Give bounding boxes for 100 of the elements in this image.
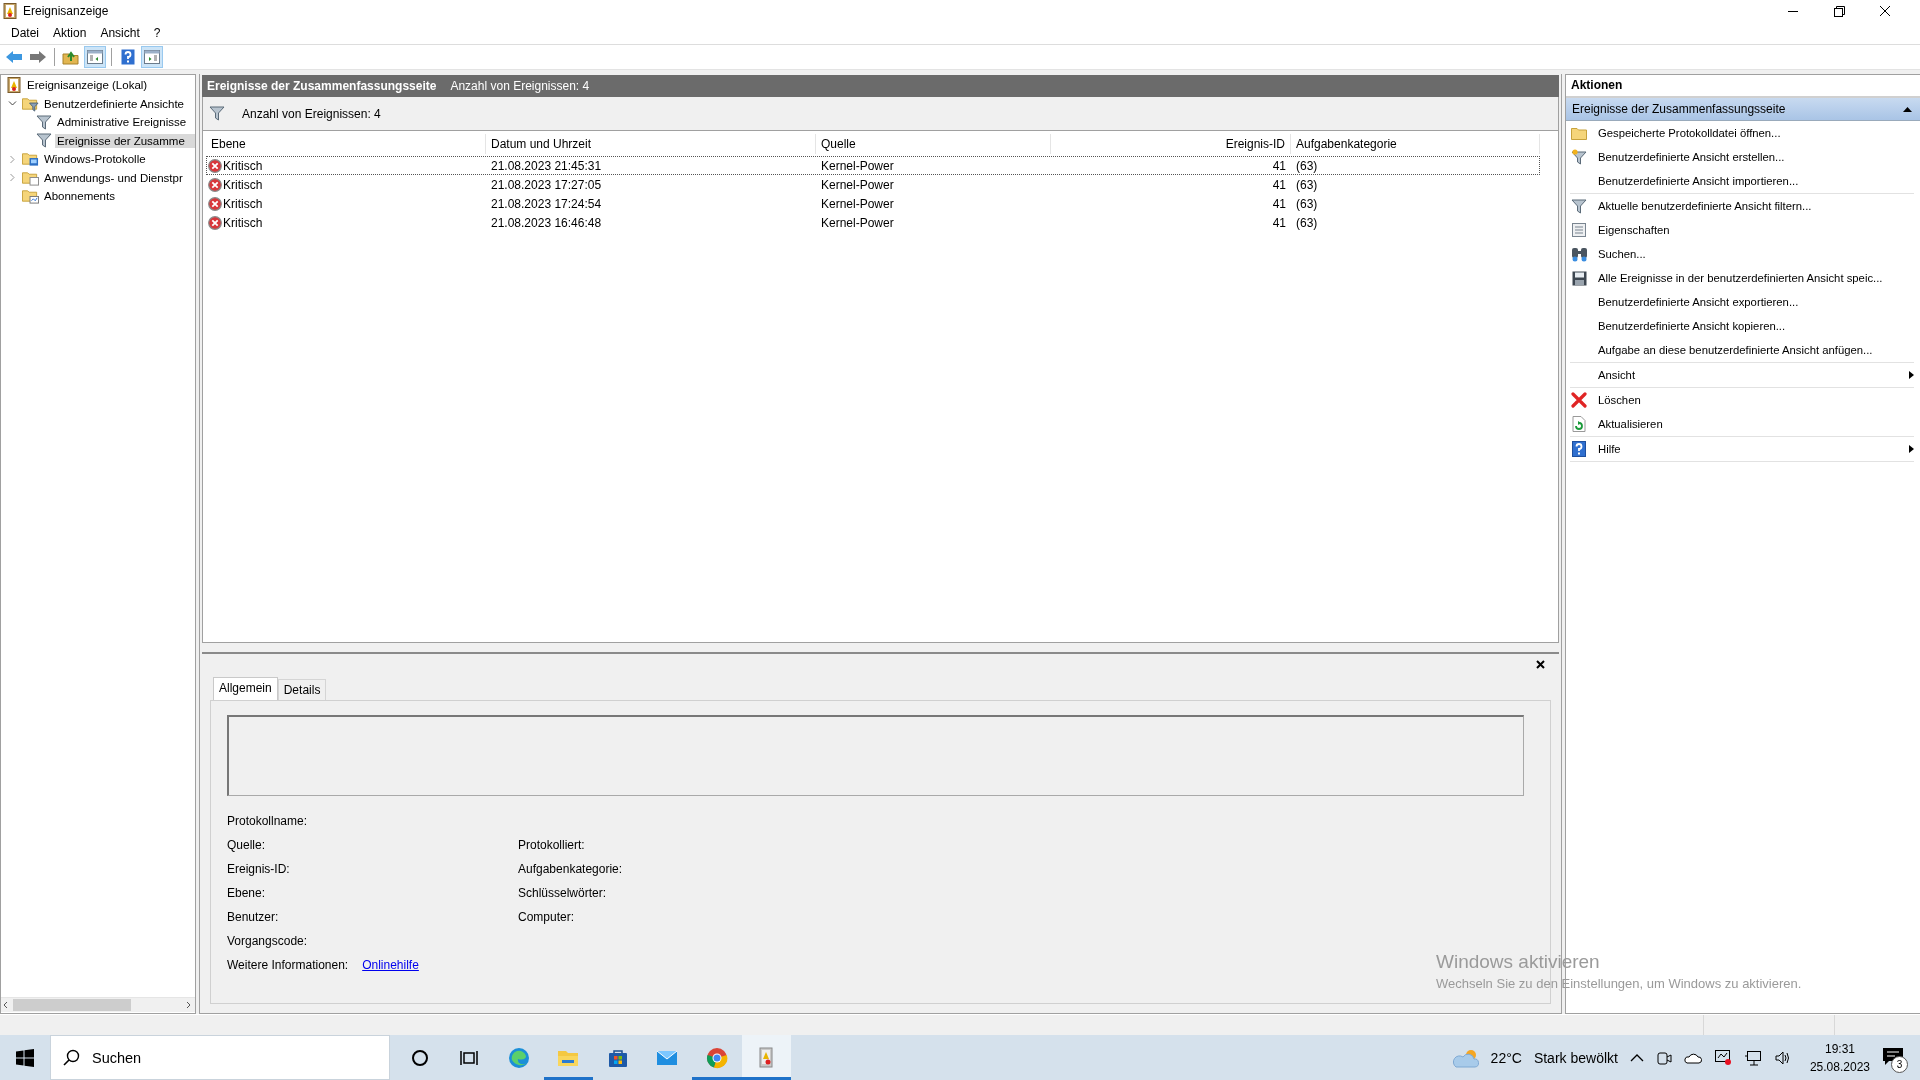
- tree-item[interactable]: Administrative Ereignisse: [55, 115, 189, 130]
- monitor-alert-icon[interactable]: [1713, 1049, 1732, 1066]
- menu-item[interactable]: Ansicht: [93, 24, 147, 42]
- critical-error-icon: [208, 196, 222, 211]
- table-cell: Kritisch: [223, 158, 263, 173]
- action-item[interactable]: Aktuelle benutzerdefinierte Ansicht filtern...: [1598, 200, 1812, 212]
- collapse-arrow-icon[interactable]: [1903, 106, 1912, 112]
- table-cell-text: 41: [1271, 158, 1287, 173]
- table-cell-text: (63): [1295, 196, 1319, 211]
- field-label: Protokolliert:: [518, 838, 585, 852]
- folder-icon: [1571, 126, 1587, 140]
- column-header[interactable]: Datum und Uhrzeit: [486, 134, 816, 154]
- action-item[interactable]: Benutzerdefinierte Ansicht exportieren...: [1598, 296, 1799, 308]
- column-header[interactable]: Ebene: [206, 134, 486, 154]
- action-pane-icon[interactable]: [141, 46, 163, 68]
- folder-calendar-icon: [22, 188, 39, 205]
- table-cell-text: 21.08.2023 17:27:05: [490, 177, 603, 192]
- table-cell-text: 21.08.2023 16:46:48: [490, 215, 603, 230]
- camera-icon[interactable]: [1655, 1049, 1672, 1066]
- menu-item[interactable]: ?: [146, 24, 168, 42]
- edge-browser-icon: [506, 1045, 531, 1070]
- folder-filter-icon: [22, 95, 39, 112]
- field-label: Quelle:: [227, 838, 266, 852]
- table-cell-text: (63): [1295, 158, 1319, 173]
- view-title: Ereignisse der Zusammenfassungsseite: [207, 79, 437, 93]
- log-book-icon: [6, 77, 21, 94]
- action-item[interactable]: Alle Ereignisse in der benutzerdefinierten Ansicht speic...: [1598, 272, 1883, 284]
- field-label: Ebene:: [227, 886, 266, 900]
- speaker-icon[interactable]: [1773, 1049, 1792, 1066]
- action-item[interactable]: Gespeicherte Protokolldatei öffnen...: [1598, 127, 1781, 139]
- clock-time[interactable]: 19:31: [1824, 1041, 1855, 1056]
- filter-icon: [1571, 198, 1587, 214]
- field-label: Ereignis-ID:: [227, 862, 290, 876]
- field-label: Weitere Informationen:: [227, 958, 349, 972]
- network-icon[interactable]: [1743, 1049, 1762, 1066]
- table-cell-text: Kernel-Power: [820, 158, 895, 173]
- table-cell-text: (63): [1295, 177, 1319, 192]
- table-cell: Kritisch: [223, 215, 263, 230]
- tree-item[interactable]: Anwendungs- und Dienstpr: [42, 170, 185, 185]
- filter-icon: [35, 133, 52, 149]
- search-icon: [63, 1049, 80, 1066]
- actions-section-header[interactable]: Ereignisse der Zusammenfassungsseite: [1566, 98, 1920, 121]
- tree-item[interactable]: Abonnements: [42, 189, 117, 204]
- action-item[interactable]: Benutzerdefinierte Ansicht erstellen...: [1598, 151, 1785, 163]
- table-cell-text: 41: [1271, 196, 1287, 211]
- search-field[interactable]: Suchen: [50, 1035, 390, 1080]
- menu-item[interactable]: Aktion: [46, 24, 94, 42]
- tab[interactable]: Allgemein: [213, 677, 278, 700]
- column-header[interactable]: Aufgabenkategorie: [1291, 134, 1540, 154]
- field-label: Benutzer:: [227, 910, 279, 924]
- tab[interactable]: Details: [277, 679, 327, 700]
- help-link[interactable]: Onlinehilfe: [362, 958, 419, 972]
- filter-icon: [209, 106, 225, 121]
- action-item[interactable]: Aufgabe an diese benutzerdefinierte Ansicht anfügen...: [1598, 344, 1873, 356]
- horizontal-scrollbar[interactable]: [1, 997, 195, 1012]
- action-item[interactable]: Ansicht: [1598, 369, 1636, 381]
- table-cell-text: 41: [1271, 215, 1287, 230]
- column-header[interactable]: Ereignis-ID: [1051, 134, 1291, 154]
- chrome-browser-icon: [704, 1045, 729, 1070]
- refresh-icon: [1572, 416, 1586, 432]
- filter-icon: [1571, 149, 1587, 165]
- help-icon: [1572, 441, 1586, 457]
- action-item[interactable]: Suchen...: [1598, 248, 1646, 260]
- table-cell-text: 21.08.2023 17:24:54: [490, 196, 603, 211]
- action-item[interactable]: Benutzerdefinierte Ansicht importieren...: [1598, 175, 1799, 187]
- table-cell-text: 21.08.2023 21:45:31: [490, 158, 603, 173]
- tree-item[interactable]: Ereignisse der Zusamme: [55, 133, 195, 148]
- app-icon: [3, 3, 17, 19]
- table-cell-text: 41: [1271, 177, 1287, 192]
- field-label: Computer:: [518, 910, 575, 924]
- folder-log-icon: [22, 151, 39, 168]
- critical-error-icon: [208, 215, 222, 230]
- field-label: Vorgangscode:: [227, 934, 308, 948]
- windows-start-icon[interactable]: [16, 1048, 34, 1067]
- clock-date[interactable]: 25.08.2023: [1809, 1059, 1870, 1074]
- critical-error-icon: [208, 158, 222, 173]
- action-item[interactable]: Aktualisieren: [1598, 418, 1663, 430]
- properties-icon: [1571, 222, 1587, 238]
- tree-item[interactable]: Ereignisanzeige (Lokal): [25, 78, 150, 93]
- chevron-up-icon[interactable]: [1629, 1052, 1644, 1063]
- action-item[interactable]: Löschen: [1598, 394, 1641, 406]
- action-item[interactable]: Eigenschaften: [1598, 224, 1670, 236]
- field-label: Aufgabenkategorie:: [518, 862, 623, 876]
- action-item[interactable]: Hilfe: [1598, 443, 1621, 455]
- event-count: Anzahl von Ereignissen: 4: [450, 79, 590, 93]
- table-cell-text: Kernel-Power: [820, 196, 895, 211]
- tree-item[interactable]: Benutzerdefinierte Ansichte: [42, 96, 186, 111]
- action-item[interactable]: Benutzerdefinierte Ansicht kopieren...: [1598, 320, 1786, 332]
- delete-icon: [1571, 392, 1587, 408]
- window-title: Ereignisanzeige: [23, 4, 109, 18]
- filter-icon: [35, 114, 52, 130]
- tree-pane-icon[interactable]: [84, 46, 106, 68]
- table-cell-text: (63): [1295, 215, 1319, 230]
- table-cell-text: Kernel-Power: [820, 177, 895, 192]
- table-cell: Kritisch: [223, 177, 263, 192]
- column-header[interactable]: Quelle: [816, 134, 1051, 154]
- menu-item[interactable]: Datei: [4, 24, 46, 42]
- tree-item[interactable]: Windows-Protokolle: [42, 152, 148, 167]
- binoculars-icon: [1570, 246, 1588, 262]
- close-icon[interactable]: [1536, 660, 1545, 669]
